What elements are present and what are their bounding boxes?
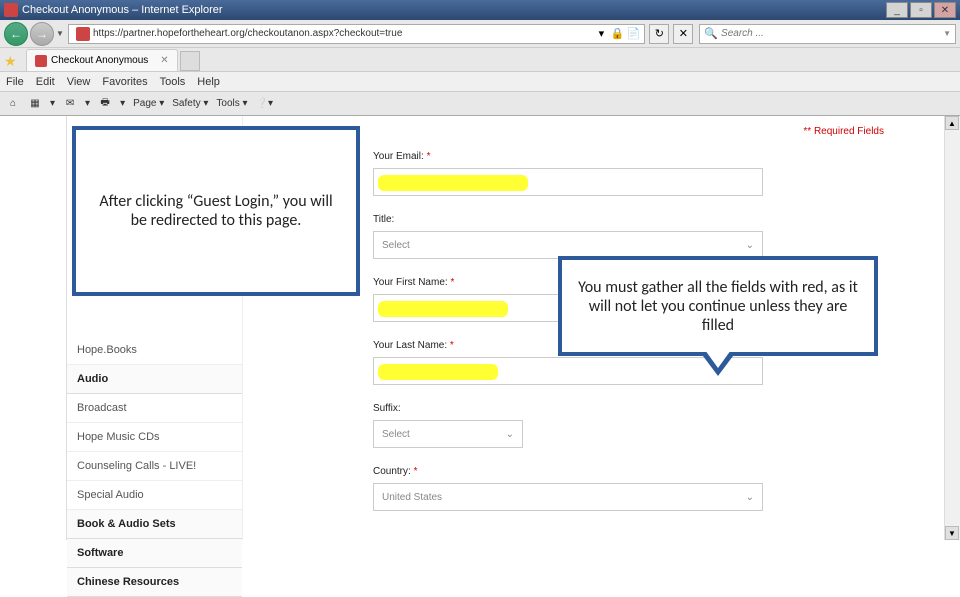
close-button[interactable]: ✕ <box>934 2 956 18</box>
title-select[interactable]: Select ⌄ <box>373 231 763 259</box>
maximize-button[interactable]: ▫ <box>910 2 932 18</box>
menu-file[interactable]: File <box>6 76 24 88</box>
chevron-down-icon: ⌄ <box>746 492 754 503</box>
tab-label: Checkout Anonymous <box>51 55 148 66</box>
nav-bar: ← → ▼ https://partner.hopefortheheart.or… <box>0 20 960 48</box>
compat-icon[interactable]: 📄 <box>626 27 640 41</box>
sidebar-group-software[interactable]: Software <box>67 539 242 568</box>
tools-menu[interactable]: Tools ▾ <box>216 98 247 109</box>
minimize-button[interactable]: _ <box>886 2 908 18</box>
safety-menu[interactable]: Safety ▾ <box>172 98 208 109</box>
menu-tools[interactable]: Tools <box>160 76 186 88</box>
url-text: https://partner.hopefortheheart.org/chec… <box>93 28 592 39</box>
suffix-select[interactable]: Select ⌄ <box>373 420 523 448</box>
required-fields-note: ** Required Fields <box>373 126 884 137</box>
print-icon[interactable]: 🖶 <box>98 97 112 111</box>
window-title-bar: Checkout Anonymous – Internet Explorer _… <box>0 0 960 20</box>
back-button[interactable]: ← <box>4 22 28 46</box>
menu-help[interactable]: Help <box>197 76 220 88</box>
nav-history-dropdown[interactable]: ▼ <box>56 29 66 38</box>
tab-favicon <box>35 55 47 67</box>
search-input[interactable] <box>721 28 943 39</box>
sidebar-item-special[interactable]: Special Audio <box>67 481 242 510</box>
favorites-icon[interactable]: ★ <box>4 53 22 71</box>
search-dropdown-icon[interactable]: ▼ <box>943 29 951 38</box>
forward-button[interactable]: → <box>30 22 54 46</box>
refresh-button[interactable]: ↻ <box>649 24 669 44</box>
country-label: Country: * <box>373 466 884 477</box>
sidebar-group-audio[interactable]: Audio <box>67 365 242 394</box>
browser-tab[interactable]: Checkout Anonymous ✕ <box>26 49 178 71</box>
dropdown-icon[interactable]: ▾ <box>594 27 608 41</box>
app-favicon <box>4 3 18 17</box>
email-label: Your Email: * <box>373 151 884 162</box>
instruction-callout-guest-login: After clicking “Guest Login,” you will b… <box>72 126 360 296</box>
menu-bar: File Edit View Favorites Tools Help <box>0 72 960 92</box>
site-favicon <box>76 27 90 41</box>
new-tab-button[interactable] <box>180 51 200 71</box>
sidebar-item-counseling[interactable]: Counseling Calls - LIVE! <box>67 452 242 481</box>
tabs-bar: ★ Checkout Anonymous ✕ <box>0 48 960 72</box>
vertical-scrollbar[interactable]: ▲ ▼ <box>944 116 960 540</box>
home-icon[interactable]: ⌂ <box>6 97 20 111</box>
scroll-down-icon[interactable]: ▼ <box>945 526 959 540</box>
page-menu[interactable]: Page ▾ <box>133 98 164 109</box>
mail-icon[interactable]: ✉ <box>63 97 77 111</box>
stop-button[interactable]: ✕ <box>673 24 693 44</box>
lock-icon: 🔒 <box>610 27 624 41</box>
country-select[interactable]: United States ⌄ <box>373 483 763 511</box>
sidebar-item-broadcast[interactable]: Broadcast <box>67 394 242 423</box>
instruction-callout-required-fields: You must gather all the fields with red,… <box>558 256 878 356</box>
sidebar-item-hopebooks[interactable]: Hope.Books <box>67 336 242 365</box>
window-title: Checkout Anonymous – Internet Explorer <box>22 4 223 16</box>
feeds-icon[interactable]: ▦ <box>28 97 42 111</box>
email-field[interactable] <box>373 168 763 196</box>
scroll-up-icon[interactable]: ▲ <box>945 116 959 130</box>
sidebar-item-music[interactable]: Hope Music CDs <box>67 423 242 452</box>
title-label: Title: <box>373 214 884 225</box>
sidebar-group-booksets[interactable]: Book & Audio Sets <box>67 510 242 539</box>
menu-view[interactable]: View <box>67 76 91 88</box>
menu-favorites[interactable]: Favorites <box>102 76 147 88</box>
suffix-label: Suffix: <box>373 403 884 414</box>
command-bar: ⌂ ▦ ▾ ✉ ▾ 🖶 ▾ Page ▾ Safety ▾ Tools ▾ ❔▾ <box>0 92 960 116</box>
help-icon[interactable]: ❔▾ <box>256 98 273 109</box>
search-icon: 🔍 <box>704 27 718 40</box>
chevron-down-icon: ⌄ <box>746 240 754 251</box>
search-box[interactable]: 🔍 ▼ <box>699 24 956 44</box>
tab-close-icon[interactable]: ✕ <box>160 55 168 66</box>
sidebar-group-chinese[interactable]: Chinese Resources <box>67 568 242 597</box>
address-bar[interactable]: https://partner.hopefortheheart.org/chec… <box>68 24 645 44</box>
menu-edit[interactable]: Edit <box>36 76 55 88</box>
chevron-down-icon: ⌄ <box>506 429 514 440</box>
